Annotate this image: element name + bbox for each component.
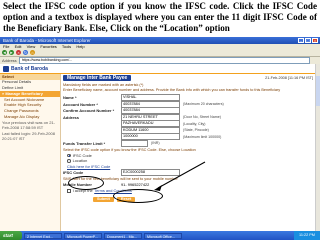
refresh-icon[interactable]: ↻	[23, 50, 28, 55]
menu-file[interactable]: File	[3, 44, 9, 49]
taskbar-item-word[interactable]: Document1 - Mic...	[104, 232, 142, 239]
main-panel: Manage Inter Bank Payee 21-Feb-2008 [11:…	[63, 74, 313, 231]
ifsc-help-link[interactable]: Click here for IFSC Code	[67, 164, 110, 169]
start-button[interactable]: start	[0, 231, 22, 240]
taskbar-item-powerpoint[interactable]: Microsoft PowerP...	[64, 232, 102, 239]
address-label-field: Address	[63, 114, 80, 120]
menu-favorites[interactable]: Favorites	[40, 44, 56, 49]
browser-window: Bank of Baroda - Microsoft Internet Expl…	[0, 37, 320, 231]
bank-logo-text: Bank of Baroda	[11, 65, 48, 72]
minimize-icon[interactable]: –	[298, 38, 304, 43]
address-line-1-hint: (Door No, Street Name)	[183, 115, 221, 120]
system-clock: 11:22 PM	[294, 231, 320, 240]
browser-toolbar: ◄ ► × ↻ ⌂	[0, 49, 320, 57]
ifsc-radio[interactable]	[67, 153, 71, 158]
taskbar-item-ie[interactable]: 2 Internet Expl...	[24, 232, 62, 239]
form-buttons: Submit Reset	[93, 196, 313, 203]
confirm-account-label: Confirm Account Number *	[63, 108, 115, 114]
ifsc-code-input[interactable]: EJC0000258	[121, 168, 180, 176]
ifsc-code-row: IFSC Code EJC0000258	[63, 168, 313, 176]
menu-view[interactable]: View	[27, 44, 36, 49]
window-controls: – □ ×	[298, 38, 318, 43]
account-number-label: Account Number *	[63, 101, 98, 107]
forward-icon[interactable]: ►	[9, 50, 14, 55]
page-title: Manage Inter Bank Payee	[63, 75, 132, 81]
taskbar: start 2 Internet Expl... Microsoft Power…	[0, 231, 320, 240]
terms-row: I accept the Terms and Conditions	[67, 188, 313, 194]
taskbar-item-office[interactable]: Microsoft Office...	[144, 232, 182, 239]
previous-visit-note: Your previous visit was on 21-Feb-2008 1…	[2, 120, 55, 130]
mobile-label: Mobile Number	[63, 182, 92, 188]
window-title: Bank of Baroda - Microsoft Internet Expl…	[3, 38, 91, 43]
address-label: Address	[2, 58, 17, 63]
funds-limit-label: Funds Transfer Limit *	[63, 140, 106, 146]
address-line-3-hint: (State, Pincode)	[183, 128, 209, 133]
funds-limit-unit: (INR)	[151, 141, 160, 146]
window-title-bar: Bank of Baroda - Microsoft Internet Expl…	[0, 37, 320, 44]
back-icon[interactable]: ◄	[2, 50, 7, 55]
location-radio-label: Location	[72, 158, 88, 164]
address-input[interactable]: https://www.bobibanking.com/...	[18, 57, 310, 64]
failed-login-note: Last failed login: 29-Feb-2008 20:21:07 …	[2, 131, 55, 141]
funds-limit-field[interactable]	[121, 139, 148, 147]
address-line-2-hint: (Locality, City)	[183, 121, 206, 126]
sms-note: SMS Alert for the new beneficiary will b…	[63, 176, 178, 181]
left-navigation: Select Personal Details Define Limit » M…	[0, 74, 61, 231]
site-header: Bank of Baroda	[0, 64, 316, 74]
terms-prefix: I accept the	[72, 188, 93, 194]
ifsc-code-label: IFSC Code	[63, 169, 84, 175]
menu-edit[interactable]: Edit	[15, 44, 22, 49]
mobile-value: 91- 9965227422	[121, 182, 150, 188]
ifsc-radio-label: IFSC Code	[72, 152, 92, 158]
search-note: Select the IFSC code option if you know …	[63, 147, 196, 152]
main-header: Manage Inter Bank Payee 21-Feb-2008 [11:…	[63, 74, 313, 82]
menu-help[interactable]: Help	[76, 44, 84, 49]
location-radio[interactable]	[67, 159, 71, 163]
reset-button[interactable]: Reset	[116, 196, 136, 203]
page-content: Bank of Baroda Select Personal Details D…	[0, 64, 316, 231]
funds-limit-row: Funds Transfer Limit * (INR)	[63, 139, 313, 147]
maximize-icon[interactable]: □	[305, 38, 311, 43]
close-icon[interactable]: ×	[312, 38, 318, 43]
name-label: Name *	[63, 95, 77, 101]
vertical-scrollbar[interactable]	[315, 64, 320, 231]
account-number-hint: (Maximum 20 characters)	[183, 102, 224, 107]
menu-tools[interactable]: Tools	[62, 44, 71, 49]
instruction-caption: Select the IFSC code option if you know …	[3, 1, 317, 34]
mandatory-note: Mandatory fields are marked with an aste…	[63, 83, 144, 87]
terms-checkbox[interactable]	[67, 189, 71, 193]
scrollbar-thumb[interactable]	[316, 76, 320, 106]
stop-icon[interactable]: ×	[16, 50, 21, 55]
address-line-4-hint: (Maximum limit 100000)	[183, 134, 222, 139]
session-datetime: 21-Feb-2008 [11:16 PM IST]	[265, 76, 313, 80]
terms-link[interactable]: Terms and Conditions	[94, 188, 132, 193]
submit-button[interactable]: Submit	[93, 196, 114, 203]
intro-text: Enter Beneficiary name, account number a…	[63, 88, 281, 92]
home-icon[interactable]: ⌂	[30, 50, 35, 55]
bank-logo-icon	[3, 65, 9, 72]
